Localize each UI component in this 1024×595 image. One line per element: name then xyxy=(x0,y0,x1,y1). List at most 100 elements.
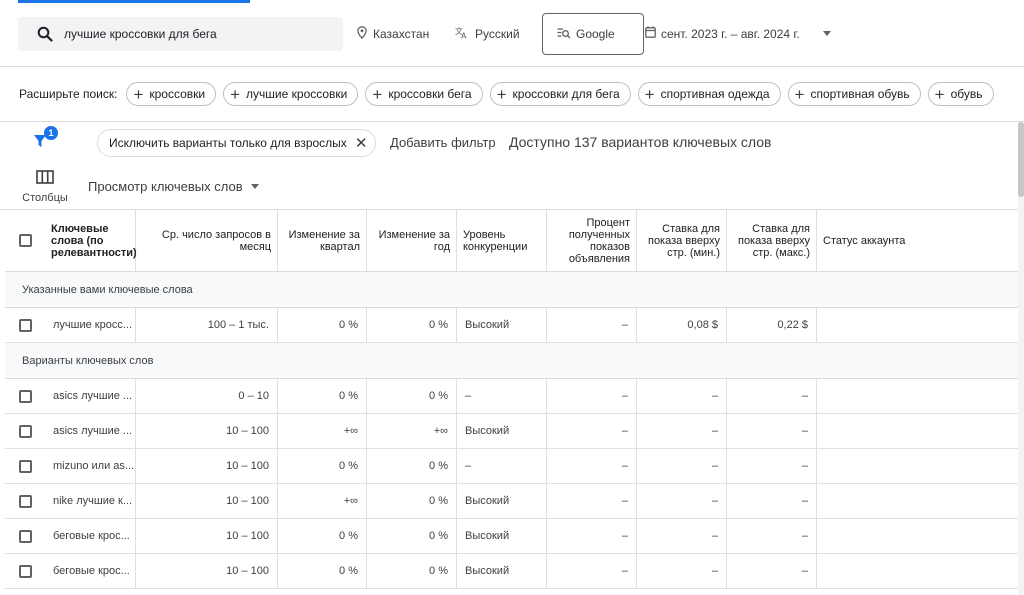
bid-high-cell: – xyxy=(727,379,817,413)
date-range-label: сент. 2023 г. – авг. 2024 г. xyxy=(661,26,800,41)
keyword-cell[interactable]: mizuno или as... xyxy=(45,449,136,483)
table-row[interactable]: asics лучшие ... 10 – 100 +∞ +∞ Высокий – – – xyxy=(5,414,1018,449)
table-row[interactable]: лучшие кросс... 100 – 1 тыс. 0 % 0 % Высокий… xyxy=(5,308,1018,343)
chip-label: спортивная одежда xyxy=(660,87,770,101)
bid-high-cell: – xyxy=(727,484,817,518)
impression-share-cell: – xyxy=(547,554,637,588)
plus-icon: + xyxy=(794,84,805,104)
table-toolbar: Столбцы Просмотр ключевых слов xyxy=(0,164,1018,210)
account-status-cell xyxy=(817,484,1018,518)
active-filter-label: Исключить варианты только для взрослых xyxy=(109,136,347,150)
suggestion-chip[interactable]: + спортивная обувь xyxy=(787,82,921,106)
keyword-cell[interactable]: asics лучшие ... xyxy=(45,379,136,413)
active-filter-chip[interactable]: Исключить варианты только для взрослых ✕ xyxy=(97,129,377,157)
account-status-cell xyxy=(817,554,1018,588)
table-row[interactable]: беговые крос... 10 – 100 0 % 0 % Высокий – – – xyxy=(5,519,1018,554)
column-header-competition[interactable]: Уровень конкуренции xyxy=(457,210,547,271)
competition-cell: – xyxy=(457,449,547,483)
table-row[interactable]: mizuno или as... 10 – 100 0 % 0 % – – – – xyxy=(5,449,1018,484)
header-label: Ключевые слова (по релевантности) xyxy=(51,222,137,259)
column-header-impression-share[interactable]: Процент полученных показов объявления xyxy=(547,210,637,271)
row-select-cell xyxy=(5,379,45,413)
table-row[interactable]: nike лучшие к... 10 – 100 +∞ 0 % Высокий – – – xyxy=(5,484,1018,519)
avg-searches-cell: 10 – 100 xyxy=(136,519,278,553)
bid-high-cell: – xyxy=(727,554,817,588)
svg-text:A: A xyxy=(461,32,467,40)
impression-share-cell: – xyxy=(547,519,637,553)
header-label: Процент полученных показов объявления xyxy=(568,216,630,265)
quarter-change-cell: 0 % xyxy=(278,308,367,342)
quarter-change-cell: +∞ xyxy=(278,414,367,448)
header-label: Изменение за год xyxy=(378,228,450,253)
quarter-change-cell: 0 % xyxy=(278,519,367,553)
chip-label: кроссовки бега xyxy=(388,87,472,101)
impression-share-cell: – xyxy=(547,379,637,413)
keyword-cell[interactable]: nike лучшие к... xyxy=(45,484,136,518)
suggestion-chip[interactable]: + лучшие кроссовки xyxy=(223,82,359,106)
column-header-year-change[interactable]: Изменение за год xyxy=(367,210,457,271)
suggestion-chip[interactable]: + спортивная одежда xyxy=(637,82,781,106)
location-selector[interactable]: Казахстан xyxy=(357,26,429,42)
keyword-table: Ключевые слова (по релевантности) Ср. чи… xyxy=(5,210,1018,589)
chip-label: кроссовки для бега xyxy=(512,87,620,101)
location-pin-icon xyxy=(357,26,367,42)
column-header-bid-low[interactable]: Ставка для показа вверху стр. (мин.) xyxy=(637,210,727,271)
bid-low-cell: – xyxy=(637,484,727,518)
quarter-change-cell: +∞ xyxy=(278,484,367,518)
row-checkbox[interactable] xyxy=(18,494,32,508)
keyword-view-label: Просмотр ключевых слов xyxy=(88,179,243,194)
chip-label: кроссовки xyxy=(149,87,206,101)
competition-cell: Высокий xyxy=(457,519,547,553)
avg-searches-cell: 10 – 100 xyxy=(136,414,278,448)
account-status-cell xyxy=(817,414,1018,448)
row-checkbox[interactable] xyxy=(18,529,32,543)
row-select-cell xyxy=(5,484,45,518)
search-icon xyxy=(36,25,54,43)
impression-share-cell: – xyxy=(547,484,637,518)
column-header-bid-high[interactable]: Ставка для показа вверху стр. (макс.) xyxy=(727,210,817,271)
vertical-scrollbar[interactable] xyxy=(1018,122,1024,595)
scrollbar-thumb[interactable] xyxy=(1018,122,1024,197)
keyword-cell[interactable]: лучшие кросс... xyxy=(45,308,136,342)
search-settings-bar: лучшие кроссовки для бега Казахстан 文A Р… xyxy=(0,0,1024,67)
suggestion-chip[interactable]: + кроссовки xyxy=(126,82,217,106)
columns-button[interactable]: Столбцы xyxy=(22,170,68,204)
keyword-cell[interactable]: asics лучшие ... xyxy=(45,414,136,448)
language-selector[interactable]: 文A Русский xyxy=(455,26,520,42)
column-header-account-status[interactable]: Статус аккаунта xyxy=(817,210,1018,271)
keyword-cell[interactable]: беговые крос... xyxy=(45,519,136,553)
suggestion-chip[interactable]: + кроссовки для бега xyxy=(489,82,631,106)
column-header-avg-searches[interactable]: Ср. число запросов в месяц xyxy=(136,210,278,271)
plus-icon: + xyxy=(496,84,507,104)
keyword-cell[interactable]: беговые крос... xyxy=(45,554,136,588)
add-filter-button[interactable]: Добавить фильтр xyxy=(390,135,496,150)
keyword-view-dropdown[interactable]: Просмотр ключевых слов xyxy=(88,179,259,194)
row-checkbox[interactable] xyxy=(18,564,32,578)
search-network-selector[interactable]: Google xyxy=(542,13,644,55)
chip-label: лучшие кроссовки xyxy=(246,87,348,101)
header-label: Ставка для показа вверху стр. (макс.) xyxy=(737,222,810,259)
translate-icon: 文A xyxy=(455,26,469,42)
suggestion-chip[interactable]: + обувь xyxy=(927,82,994,106)
row-checkbox[interactable] xyxy=(18,318,32,332)
table-row[interactable]: беговые крос... 10 – 100 0 % 0 % Высокий – – – xyxy=(5,554,1018,589)
row-checkbox[interactable] xyxy=(18,459,32,473)
bid-high-cell: – xyxy=(727,449,817,483)
impression-share-cell: – xyxy=(547,308,637,342)
bid-low-cell: – xyxy=(637,519,727,553)
table-row[interactable]: asics лучшие ... 0 – 10 0 % 0 % – – – – xyxy=(5,379,1018,414)
row-checkbox[interactable] xyxy=(18,389,32,403)
date-range-selector[interactable]: сент. 2023 г. – авг. 2024 г. xyxy=(645,26,831,41)
suggestion-chip[interactable]: + кроссовки бега xyxy=(365,82,483,106)
keyword-search-field[interactable]: лучшие кроссовки для бега xyxy=(18,17,343,51)
select-all-checkbox[interactable] xyxy=(18,234,32,247)
row-select-cell xyxy=(5,414,45,448)
close-icon[interactable]: ✕ xyxy=(355,134,368,152)
account-status-cell xyxy=(817,379,1018,413)
column-header-keyword[interactable]: Ключевые слова (по релевантности) xyxy=(45,210,137,271)
column-header-quarter-change[interactable]: Изменение за квартал xyxy=(278,210,367,271)
year-change-cell: 0 % xyxy=(367,484,457,518)
competition-cell: Высокий xyxy=(457,414,547,448)
row-checkbox[interactable] xyxy=(18,424,32,438)
avg-searches-cell: 10 – 100 xyxy=(136,449,278,483)
